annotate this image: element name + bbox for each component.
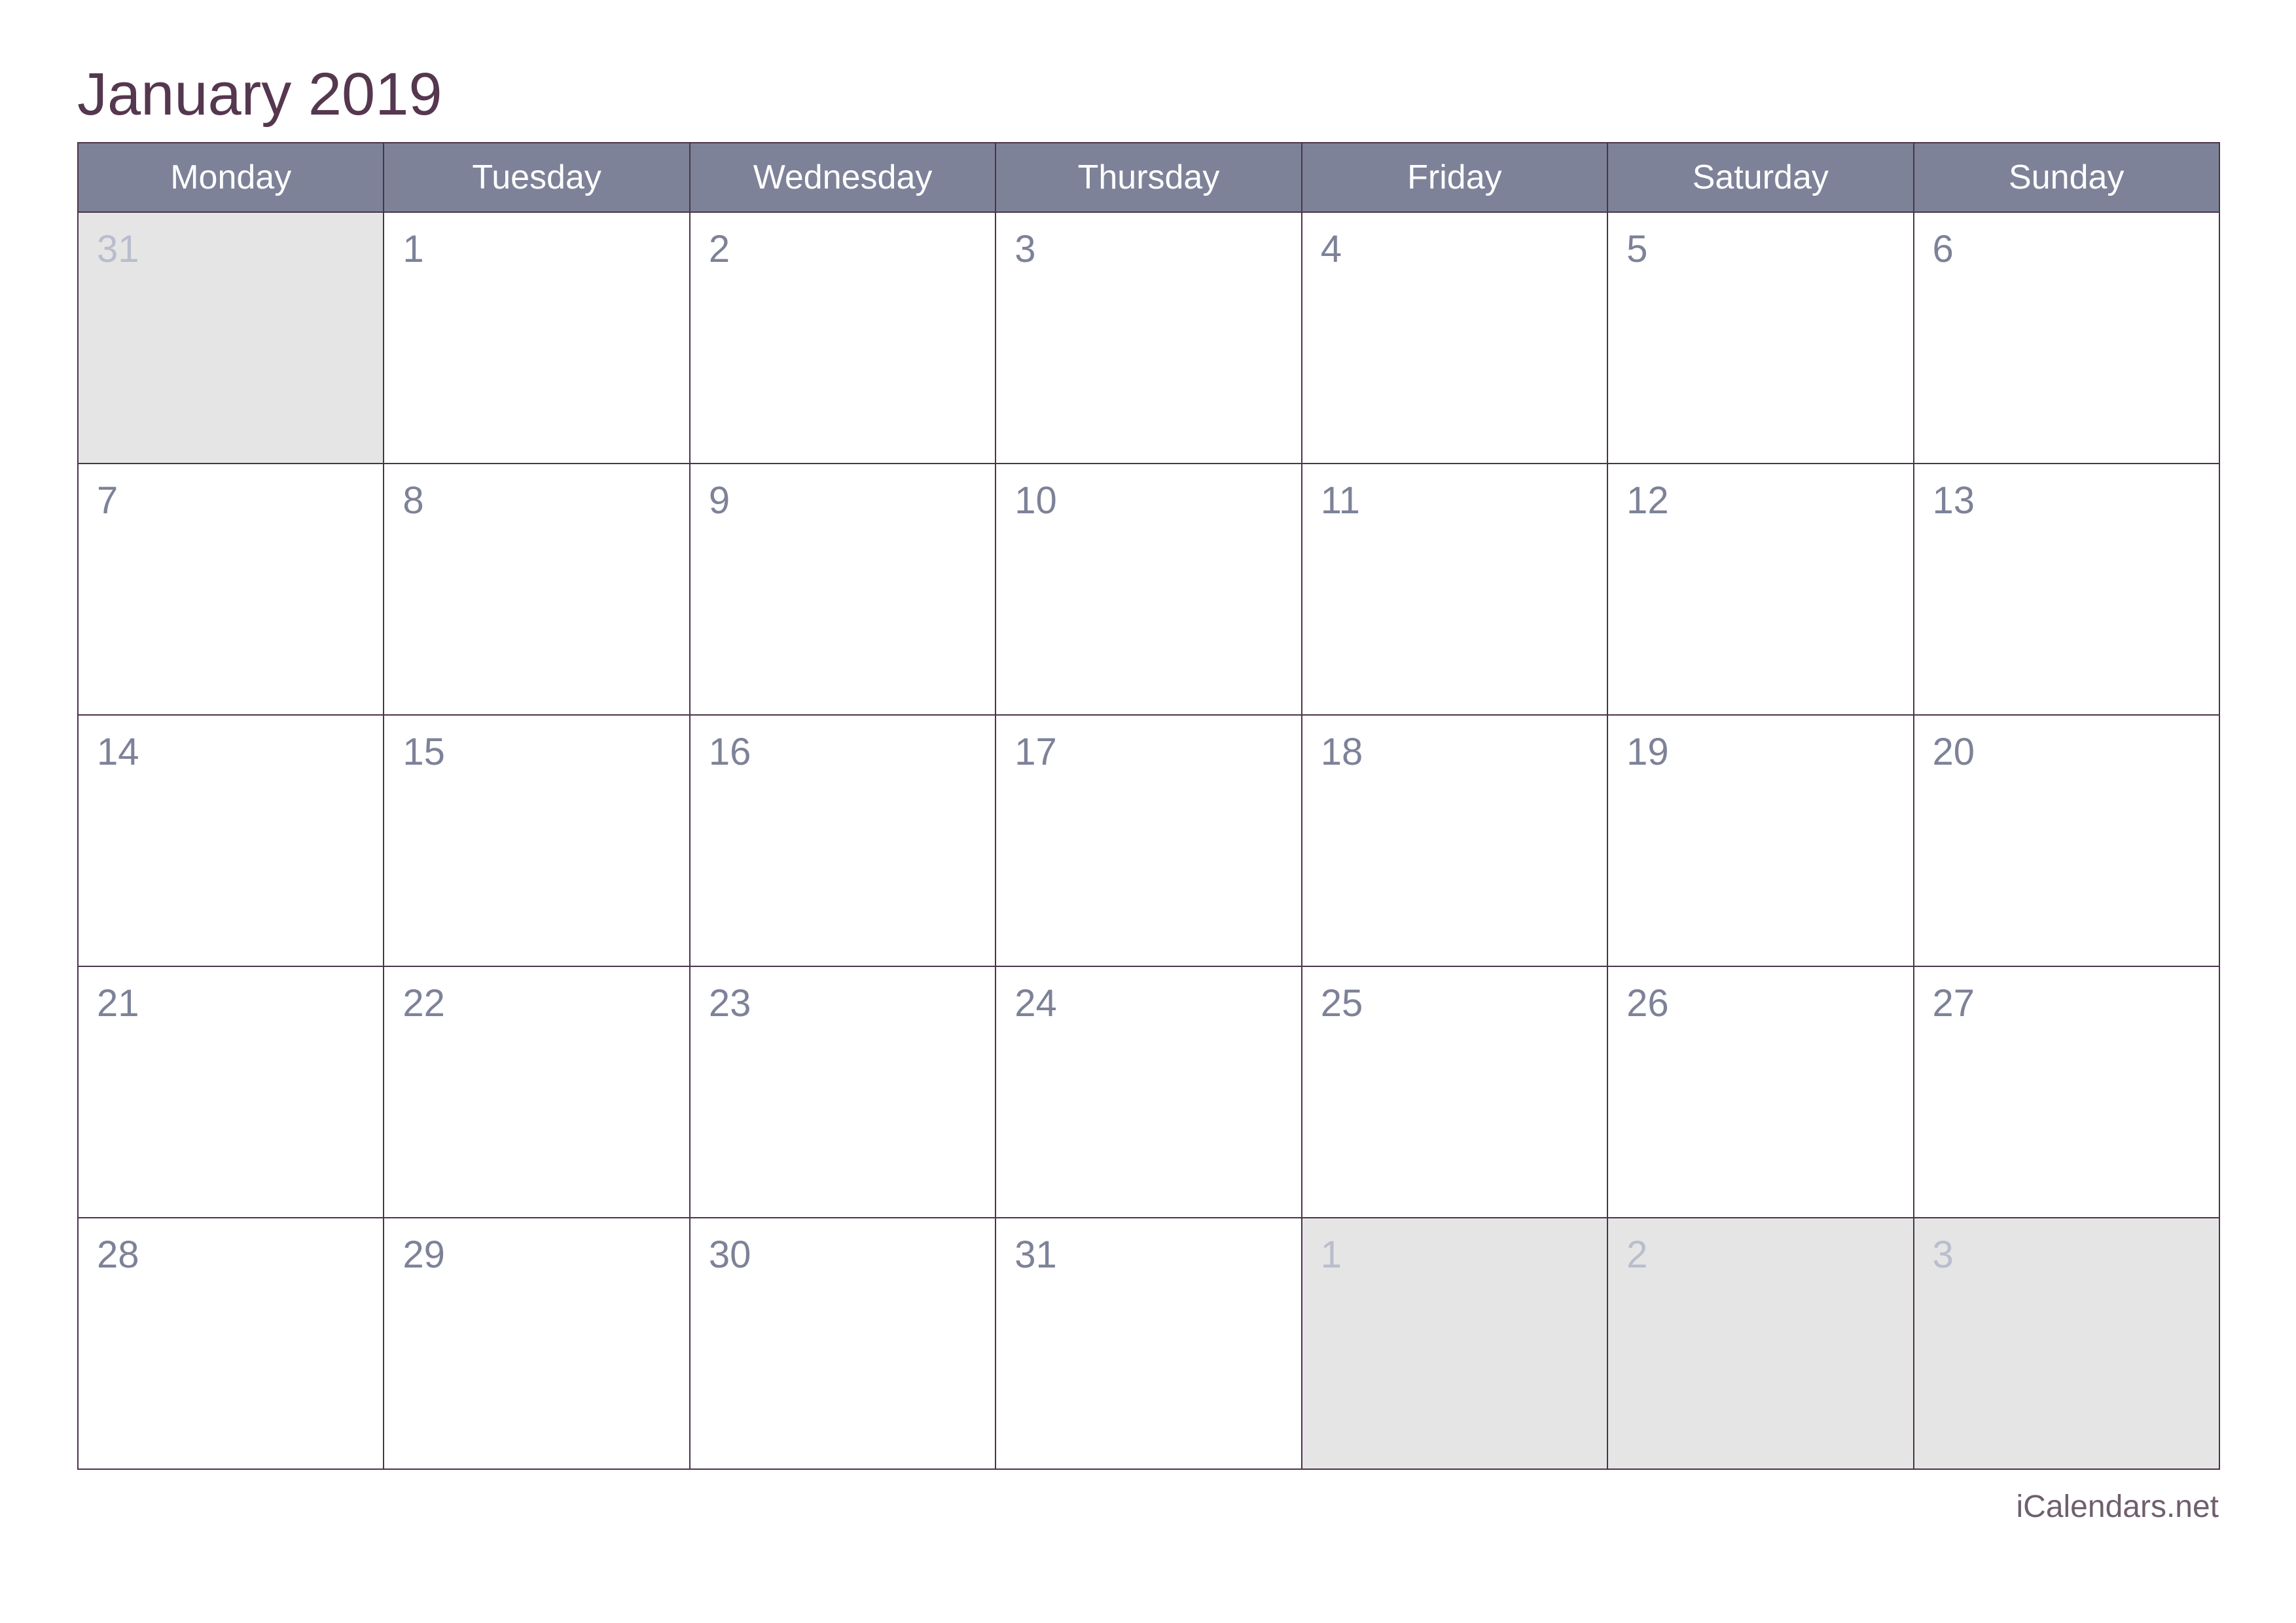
day-number: 12	[1626, 479, 1669, 522]
day-number: 5	[1626, 228, 1648, 270]
day-cell[interactable]: 4	[1300, 211, 1609, 464]
calendar-week-row: 21 22 23 24 25 26 27	[77, 966, 2220, 1218]
calendar-week-row: 31 1 2 3 4 5 6	[77, 211, 2220, 464]
weekday-header-saturday: Saturday	[1607, 142, 1914, 213]
day-number: 15	[403, 731, 445, 773]
calendar-week-row: 28 29 30 31 1 2 3	[77, 1217, 2220, 1470]
day-cell[interactable]: 3	[995, 211, 1302, 464]
day-cell[interactable]: 16	[689, 714, 997, 967]
day-number: 18	[1320, 731, 1363, 773]
day-number: 4	[1320, 228, 1342, 270]
day-number: 29	[403, 1233, 445, 1276]
day-number: 31	[1014, 1233, 1057, 1276]
day-cell[interactable]: 19	[1607, 714, 1914, 967]
day-cell[interactable]: 14	[77, 714, 385, 967]
day-cell[interactable]: 1	[1300, 1217, 1609, 1470]
weekday-header-wednesday: Wednesday	[689, 142, 997, 213]
day-cell[interactable]: 28	[77, 1217, 385, 1470]
day-number: 25	[1320, 982, 1363, 1025]
day-cell[interactable]: 18	[1300, 714, 1609, 967]
weekday-header-thursday: Thursday	[995, 142, 1302, 213]
day-number: 3	[1932, 1233, 1954, 1276]
calendar-grid: Monday Tuesday Wednesday Thursday Friday…	[77, 142, 2220, 1470]
day-cell[interactable]: 30	[689, 1217, 997, 1470]
day-cell[interactable]: 21	[77, 966, 385, 1218]
day-number: 27	[1932, 982, 1975, 1025]
day-number: 7	[97, 479, 118, 522]
day-number: 23	[708, 982, 751, 1025]
day-cell[interactable]: 29	[383, 1217, 691, 1470]
day-cell[interactable]: 2	[1607, 1217, 1914, 1470]
day-number: 20	[1932, 731, 1975, 773]
day-cell[interactable]: 31	[995, 1217, 1302, 1470]
day-cell[interactable]: 23	[689, 966, 997, 1218]
day-number: 22	[403, 982, 445, 1025]
day-number: 8	[403, 479, 424, 522]
weekday-header-monday: Monday	[77, 142, 385, 213]
day-cell[interactable]: 6	[1912, 211, 2220, 464]
day-number: 24	[1014, 982, 1057, 1025]
day-number: 14	[97, 731, 139, 773]
day-cell[interactable]: 27	[1912, 966, 2220, 1218]
weekday-header-tuesday: Tuesday	[383, 142, 691, 213]
day-cell[interactable]: 3	[1912, 1217, 2220, 1470]
day-number: 28	[97, 1233, 139, 1276]
day-number: 21	[97, 982, 139, 1025]
day-number: 10	[1014, 479, 1057, 522]
site-watermark: iCalendars.net	[2016, 1489, 2219, 1524]
day-number: 1	[403, 228, 424, 270]
day-number: 1	[1320, 1233, 1342, 1276]
day-cell[interactable]: 20	[1912, 714, 2220, 967]
day-number: 19	[1626, 731, 1669, 773]
day-number: 13	[1932, 479, 1975, 522]
weekday-header-row: Monday Tuesday Wednesday Thursday Friday…	[77, 142, 2220, 213]
weekday-header-friday: Friday	[1300, 142, 1609, 213]
day-cell[interactable]: 2	[689, 211, 997, 464]
day-cell[interactable]: 5	[1607, 211, 1914, 464]
day-cell[interactable]: 7	[77, 463, 385, 716]
day-cell[interactable]: 22	[383, 966, 691, 1218]
day-number: 2	[1626, 1233, 1648, 1276]
day-cell[interactable]: 26	[1607, 966, 1914, 1218]
day-cell[interactable]: 12	[1607, 463, 1914, 716]
calendar-page: January 2019 Monday Tuesday Wednesday Th…	[0, 0, 2296, 1623]
day-cell[interactable]: 13	[1912, 463, 2220, 716]
day-cell[interactable]: 15	[383, 714, 691, 967]
day-number: 31	[97, 228, 139, 270]
weekday-header-sunday: Sunday	[1912, 142, 2220, 213]
day-cell[interactable]: 9	[689, 463, 997, 716]
day-cell[interactable]: 24	[995, 966, 1302, 1218]
day-cell[interactable]: 1	[383, 211, 691, 464]
day-cell[interactable]: 17	[995, 714, 1302, 967]
day-cell[interactable]: 10	[995, 463, 1302, 716]
day-number: 17	[1014, 731, 1057, 773]
day-cell[interactable]: 8	[383, 463, 691, 716]
calendar-body: 31 1 2 3 4 5 6 7 8 9 10 11 12 13 14 15 1…	[77, 211, 2220, 1470]
calendar-week-row: 14 15 16 17 18 19 20	[77, 714, 2220, 967]
calendar-week-row: 7 8 9 10 11 12 13	[77, 463, 2220, 716]
day-number: 16	[708, 731, 751, 773]
day-number: 3	[1014, 228, 1036, 270]
day-number: 26	[1626, 982, 1669, 1025]
day-number: 6	[1932, 228, 1954, 270]
day-number: 30	[708, 1233, 751, 1276]
day-number: 9	[708, 479, 730, 522]
day-cell[interactable]: 11	[1300, 463, 1609, 716]
day-number: 2	[708, 228, 730, 270]
day-cell[interactable]: 25	[1300, 966, 1609, 1218]
page-title: January 2019	[77, 61, 442, 128]
day-number: 11	[1320, 479, 1360, 522]
day-cell[interactable]: 31	[77, 211, 385, 464]
